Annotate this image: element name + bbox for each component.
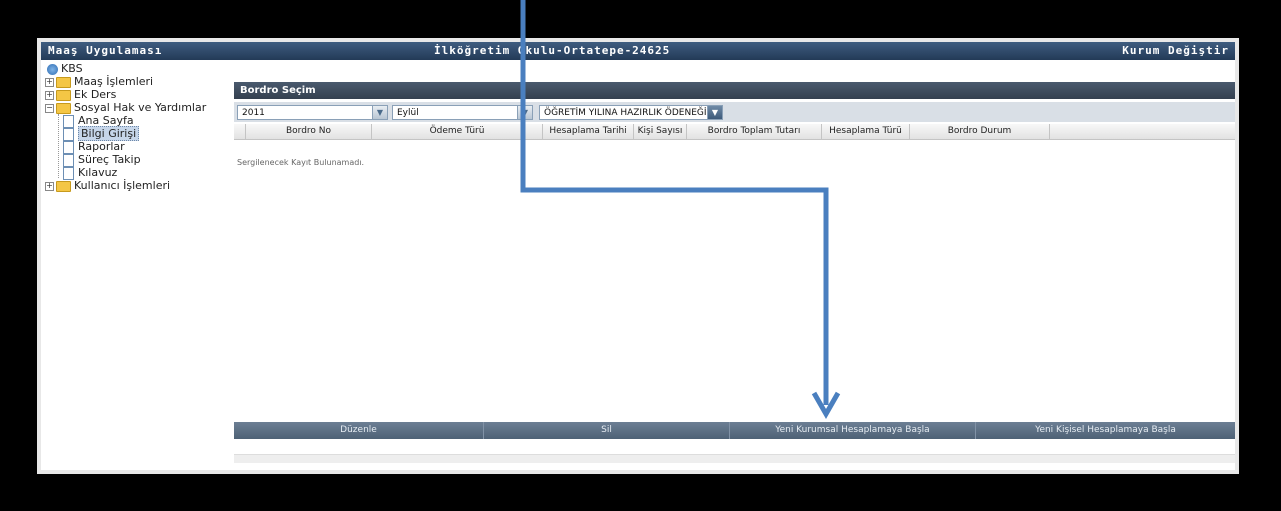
- tree-item-label: Raporlar: [78, 140, 125, 153]
- action-bar: Düzenle Sil Yeni Kurumsal Hesaplamaya Ba…: [234, 422, 1235, 439]
- column-header[interactable]: Hesaplama Tarihi: [543, 124, 634, 139]
- edit-button[interactable]: Düzenle: [234, 422, 484, 439]
- tree-item-label: Kullanıcı İşlemleri: [74, 179, 171, 192]
- empty-grid-message: Sergilenecek Kayıt Bulunamadı.: [237, 158, 365, 167]
- horizontal-scrollbar[interactable]: [234, 454, 1235, 463]
- app-window: Maaş Uygulaması İlköğretim Okulu-Ortatep…: [37, 38, 1239, 474]
- column-header[interactable]: Kişi Sayısı: [634, 124, 687, 139]
- payment-type-value: ÖĞRETİM YILINA HAZIRLIK ÖDENEĞİ: [544, 108, 707, 118]
- tree-item-kullanici-islemleri[interactable]: + Kullanıcı İşlemleri: [45, 179, 170, 192]
- tree-item-label: Ek Ders: [74, 88, 117, 101]
- tree-item-label: Süreç Takip: [78, 153, 141, 166]
- tree-item-label: Maaş İşlemleri: [74, 75, 154, 88]
- new-institutional-calculation-button[interactable]: Yeni Kurumsal Hesaplamaya Başla: [730, 422, 976, 439]
- expand-icon[interactable]: +: [45, 77, 54, 87]
- page-icon: [63, 127, 74, 141]
- panel-header: Bordro Seçim: [234, 82, 1235, 99]
- filter-toolbar: 2011 ▼ Eylül ▼ ÖĞRETİM YILINA HAZIRLIK Ö…: [234, 102, 1235, 122]
- folder-icon: [56, 76, 71, 88]
- tree-item-label-selected: Bilgi Girişi: [78, 126, 140, 141]
- delete-button[interactable]: Sil: [484, 422, 730, 439]
- tree-item-ek-ders[interactable]: + Ek Ders: [45, 88, 116, 101]
- page-icon: [63, 166, 74, 180]
- year-value: 2011: [242, 108, 265, 118]
- column-header[interactable]: Hesaplama Türü: [822, 124, 910, 139]
- tree-item-label: Sosyal Hak ve Yardımlar: [74, 101, 207, 114]
- grid-header: Bordro No Ödeme Türü Hesaplama Tarihi Ki…: [234, 124, 1235, 140]
- column-header[interactable]: Bordro No: [246, 124, 372, 139]
- title-bar: Maaş Uygulaması İlköğretim Okulu-Ortatep…: [41, 42, 1235, 60]
- tree-item-surec-takip[interactable]: Süreç Takip: [63, 153, 141, 167]
- tree-item-sosyal-hak[interactable]: − Sosyal Hak ve Yardımlar: [45, 101, 206, 114]
- column-header[interactable]: Ödeme Türü: [372, 124, 543, 139]
- kbs-icon: [47, 63, 58, 75]
- year-select[interactable]: 2011 ▼: [237, 105, 388, 120]
- tree-root[interactable]: KBS: [47, 62, 83, 75]
- open-folder-icon: [56, 102, 71, 114]
- folder-icon: [56, 89, 71, 101]
- tree-item-raporlar[interactable]: Raporlar: [63, 140, 125, 154]
- month-value: Eylül: [397, 108, 419, 118]
- column-header[interactable]: Bordro Durum: [910, 124, 1050, 139]
- tree-item-maas-islemleri[interactable]: + Maaş İşlemleri: [45, 75, 153, 88]
- panel-title: Bordro Seçim: [240, 85, 316, 96]
- institution-title: İlköğretim Okulu-Ortatepe-24625: [434, 44, 671, 57]
- chevron-down-icon[interactable]: ▼: [372, 106, 387, 119]
- month-select[interactable]: Eylül ▼: [392, 105, 533, 120]
- tree-item-bilgi-girisi[interactable]: Bilgi Girişi: [63, 126, 140, 141]
- collapse-icon[interactable]: −: [45, 103, 54, 113]
- bordro-panel: Bordro Seçim 2011 ▼ Eylül ▼ ÖĞRETİM YILI…: [234, 82, 1235, 452]
- page-icon: [63, 114, 74, 128]
- row-marker-column: [234, 124, 246, 139]
- expand-icon[interactable]: +: [45, 181, 54, 191]
- tree-root-label: KBS: [61, 62, 83, 75]
- tree-connector: [58, 114, 59, 178]
- new-personal-calculation-button[interactable]: Yeni Kişisel Hesaplamaya Başla: [976, 422, 1235, 439]
- page-icon: [63, 140, 74, 154]
- payment-type-select[interactable]: ÖĞRETİM YILINA HAZIRLIK ÖDENEĞİ ▼: [539, 105, 723, 120]
- column-header[interactable]: Bordro Toplam Tutarı: [687, 124, 822, 139]
- page-icon: [63, 153, 74, 167]
- tree-item-label: Kılavuz: [78, 166, 118, 179]
- chevron-down-icon[interactable]: ▼: [517, 106, 532, 119]
- expand-icon[interactable]: +: [45, 90, 54, 100]
- tree-item-kilavuz[interactable]: Kılavuz: [63, 166, 118, 180]
- change-institution-link[interactable]: Kurum Değiştir: [1122, 44, 1229, 57]
- folder-icon: [56, 180, 71, 192]
- app-title: Maaş Uygulaması: [48, 44, 163, 57]
- chevron-down-icon[interactable]: ▼: [707, 106, 722, 119]
